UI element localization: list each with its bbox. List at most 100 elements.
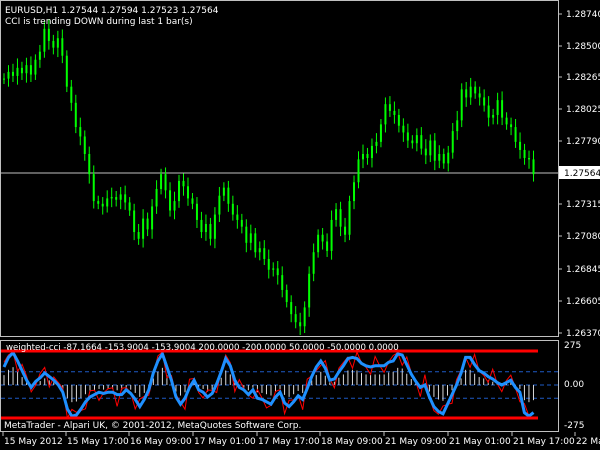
candle-body [357,159,360,183]
candle-body [79,127,82,137]
candle-body [442,153,445,164]
current-price-label: 1.27564 [564,169,600,179]
candle-body [160,174,163,189]
candle-body [523,149,526,159]
candle-body [101,203,104,207]
candle-body [65,55,68,87]
candle-body [155,188,158,207]
candle-body [146,218,149,230]
candle-body [388,104,391,111]
candle-body [20,67,23,74]
candle-body [366,153,369,159]
candle-body [460,89,463,121]
candle-body [438,153,441,161]
candle-body [451,131,454,153]
time-tick-label: 22 May 09:00 [576,437,600,447]
candle-body [128,202,131,211]
price-tick-label: 1.27790 [566,137,600,147]
candle-body [249,233,252,243]
candle-body [34,59,37,75]
time-tick-label: 17 May 01:00 [194,437,256,447]
candle-body [47,28,50,41]
trend-status: CCI is trending DOWN during last 1 bar(s… [5,17,193,27]
indicator-axis-bottom: -275 [564,421,584,431]
price-tick-label: 1.27315 [566,200,600,210]
time-tick-label: 21 May 01:00 [449,437,511,447]
time-tick-label: 16 May 09:00 [130,437,192,447]
candle-body [258,248,261,253]
candle-body [361,153,364,160]
candle-body [496,100,499,115]
candle-body [11,71,14,76]
candle-body [344,226,347,235]
candle-body [415,135,418,144]
candlesticks [3,19,535,336]
candle-body [110,197,113,199]
candle-body [514,127,517,142]
candle-body [245,226,248,243]
price-tick-label: 1.28740 [566,10,600,20]
symbol-header: EURUSD,H1 1.27544 1.27594 1.27523 1.2756… [5,6,219,16]
chart-window[interactable]: 1.28740 1.28500 1.28265 1.28025 1.27790 1.273… [0,0,600,450]
candle-body [16,67,19,76]
price-tick-label: 1.26605 [566,297,600,307]
candle-body [92,174,95,202]
candle-body [411,140,414,144]
candle-body [447,152,450,164]
price-tick-label: 1.28025 [566,105,600,115]
candle-body [106,198,109,207]
candle-body [74,102,77,128]
candle-body [29,65,32,75]
candle-body [290,302,293,315]
price-chart[interactable]: 1.28740 1.28500 1.28265 1.28025 1.27790 1.273… [0,0,600,450]
indicator-axis-top: 275 [564,341,581,351]
candle-body [433,140,436,161]
candle-body [3,78,5,80]
candle-body [142,218,145,239]
candle-body [429,140,432,156]
candle-body [465,89,468,98]
main-chart-frame [0,0,559,337]
candle-body [124,194,127,203]
candle-body [505,117,508,125]
time-tick-label: 15 May 17:00 [67,437,129,447]
candle-body [182,180,185,187]
candle-body [137,232,140,239]
candle-body [406,132,409,141]
candle-body [254,233,257,253]
candle-body [222,187,225,196]
candle-body [393,110,396,115]
candle-body [375,141,378,146]
candle-body [227,187,230,204]
candle-body [97,201,100,204]
candle-body [263,248,266,259]
candle-body [25,65,28,74]
price-tick-label: 1.28265 [566,73,600,83]
candle-body [164,174,167,191]
time-tick-label: 21 May 17:00 [513,437,575,447]
candle-body [209,223,212,239]
candle-body [38,51,41,60]
candle-body [303,307,306,327]
candle-body [335,209,338,220]
indicator-axis-mid: 0.00 [564,380,584,390]
candle-body [420,135,423,149]
candle-body [169,190,172,211]
candle-body [61,38,64,56]
candle-body [191,198,194,204]
candle-body [402,125,405,133]
candle-body [83,136,86,154]
candle-body [285,289,288,303]
candle-body [195,203,198,220]
candle-body [353,182,356,202]
time-tick-label: 21 May 09:00 [385,437,447,447]
candle-body [281,275,284,290]
candle-body [115,197,118,200]
candle-body [456,120,459,132]
candle-body [294,314,297,323]
candle-body [397,114,400,126]
candle-body [240,219,243,227]
candle-body [492,114,495,118]
candle-body [348,201,351,235]
candle-body [321,234,324,242]
